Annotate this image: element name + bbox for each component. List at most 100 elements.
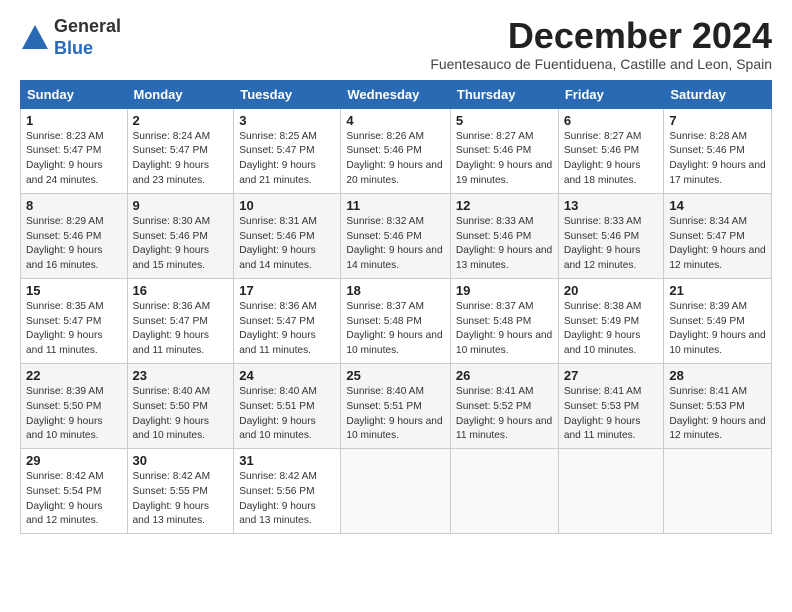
day-number: 27 xyxy=(564,368,659,383)
sunset-text: Sunset: 5:48 PM xyxy=(346,316,421,327)
sunrise-text: Sunrise: 8:27 AM xyxy=(564,131,642,142)
sunrise-text: Sunrise: 8:35 AM xyxy=(26,301,104,312)
day-content: Sunrise: 8:38 AM Sunset: 5:49 PM Dayligh… xyxy=(564,300,659,359)
calendar-cell: 25 Sunrise: 8:40 AM Sunset: 5:51 PM Dayl… xyxy=(341,363,451,448)
calendar-cell: 29 Sunrise: 8:42 AM Sunset: 5:54 PM Dayl… xyxy=(21,449,128,534)
month-title: December 2024 xyxy=(430,16,772,56)
sunrise-text: Sunrise: 8:27 AM xyxy=(456,131,534,142)
page-header: General Blue December 2024 Fuentesauco d… xyxy=(20,16,772,72)
day-number: 28 xyxy=(669,368,766,383)
sunrise-text: Sunrise: 8:37 AM xyxy=(346,301,424,312)
day-content: Sunrise: 8:26 AM Sunset: 5:46 PM Dayligh… xyxy=(346,130,445,189)
sunset-text: Sunset: 5:46 PM xyxy=(133,231,208,242)
sunset-text: Sunset: 5:46 PM xyxy=(564,231,639,242)
sunset-text: Sunset: 5:46 PM xyxy=(456,145,531,156)
day-number: 7 xyxy=(669,113,766,128)
day-number: 3 xyxy=(239,113,335,128)
calendar-day-header: Monday xyxy=(127,80,234,108)
day-content: Sunrise: 8:37 AM Sunset: 5:48 PM Dayligh… xyxy=(346,300,445,359)
day-number: 11 xyxy=(346,198,445,213)
calendar-cell xyxy=(341,449,451,534)
day-number: 9 xyxy=(133,198,229,213)
calendar-cell: 7 Sunrise: 8:28 AM Sunset: 5:46 PM Dayli… xyxy=(664,108,772,193)
day-content: Sunrise: 8:40 AM Sunset: 5:51 PM Dayligh… xyxy=(346,385,445,444)
sunset-text: Sunset: 5:47 PM xyxy=(669,231,744,242)
daylight-text: Daylight: 9 hours and 11 minutes. xyxy=(133,330,209,356)
sunrise-text: Sunrise: 8:41 AM xyxy=(669,386,747,397)
day-number: 25 xyxy=(346,368,445,383)
daylight-text: Daylight: 9 hours and 14 minutes. xyxy=(346,245,442,271)
day-content: Sunrise: 8:35 AM Sunset: 5:47 PM Dayligh… xyxy=(26,300,122,359)
day-number: 10 xyxy=(239,198,335,213)
day-content: Sunrise: 8:27 AM Sunset: 5:46 PM Dayligh… xyxy=(456,130,553,189)
day-content: Sunrise: 8:37 AM Sunset: 5:48 PM Dayligh… xyxy=(456,300,553,359)
day-content: Sunrise: 8:36 AM Sunset: 5:47 PM Dayligh… xyxy=(239,300,335,359)
daylight-text: Daylight: 9 hours and 23 minutes. xyxy=(133,160,209,186)
sunrise-text: Sunrise: 8:31 AM xyxy=(239,216,317,227)
sunrise-text: Sunrise: 8:42 AM xyxy=(133,471,211,482)
calendar-cell xyxy=(450,449,558,534)
calendar-cell: 28 Sunrise: 8:41 AM Sunset: 5:53 PM Dayl… xyxy=(664,363,772,448)
sunrise-text: Sunrise: 8:42 AM xyxy=(26,471,104,482)
sunset-text: Sunset: 5:55 PM xyxy=(133,486,208,497)
daylight-text: Daylight: 9 hours and 10 minutes. xyxy=(239,416,315,442)
day-content: Sunrise: 8:25 AM Sunset: 5:47 PM Dayligh… xyxy=(239,130,335,189)
calendar-cell: 9 Sunrise: 8:30 AM Sunset: 5:46 PM Dayli… xyxy=(127,193,234,278)
daylight-text: Daylight: 9 hours and 16 minutes. xyxy=(26,245,102,271)
sunrise-text: Sunrise: 8:39 AM xyxy=(26,386,104,397)
daylight-text: Daylight: 9 hours and 11 minutes. xyxy=(26,330,102,356)
sunrise-text: Sunrise: 8:24 AM xyxy=(133,131,211,142)
sunrise-text: Sunrise: 8:41 AM xyxy=(456,386,534,397)
calendar-cell: 19 Sunrise: 8:37 AM Sunset: 5:48 PM Dayl… xyxy=(450,278,558,363)
sunrise-text: Sunrise: 8:33 AM xyxy=(564,216,642,227)
day-content: Sunrise: 8:39 AM Sunset: 5:50 PM Dayligh… xyxy=(26,385,122,444)
calendar-cell: 3 Sunrise: 8:25 AM Sunset: 5:47 PM Dayli… xyxy=(234,108,341,193)
day-number: 13 xyxy=(564,198,659,213)
calendar-cell: 16 Sunrise: 8:36 AM Sunset: 5:47 PM Dayl… xyxy=(127,278,234,363)
calendar-cell: 6 Sunrise: 8:27 AM Sunset: 5:46 PM Dayli… xyxy=(558,108,664,193)
calendar-cell: 27 Sunrise: 8:41 AM Sunset: 5:53 PM Dayl… xyxy=(558,363,664,448)
sunrise-text: Sunrise: 8:34 AM xyxy=(669,216,747,227)
sunset-text: Sunset: 5:56 PM xyxy=(239,486,314,497)
day-number: 21 xyxy=(669,283,766,298)
calendar-cell: 23 Sunrise: 8:40 AM Sunset: 5:50 PM Dayl… xyxy=(127,363,234,448)
calendar-cell: 1 Sunrise: 8:23 AM Sunset: 5:47 PM Dayli… xyxy=(21,108,128,193)
day-number: 14 xyxy=(669,198,766,213)
sunrise-text: Sunrise: 8:26 AM xyxy=(346,131,424,142)
day-content: Sunrise: 8:36 AM Sunset: 5:47 PM Dayligh… xyxy=(133,300,229,359)
day-number: 26 xyxy=(456,368,553,383)
daylight-text: Daylight: 9 hours and 21 minutes. xyxy=(239,160,315,186)
day-content: Sunrise: 8:41 AM Sunset: 5:53 PM Dayligh… xyxy=(669,385,766,444)
sunset-text: Sunset: 5:47 PM xyxy=(26,316,101,327)
calendar-cell: 31 Sunrise: 8:42 AM Sunset: 5:56 PM Dayl… xyxy=(234,449,341,534)
day-number: 31 xyxy=(239,453,335,468)
sunset-text: Sunset: 5:46 PM xyxy=(456,231,531,242)
calendar-week-row: 22 Sunrise: 8:39 AM Sunset: 5:50 PM Dayl… xyxy=(21,363,772,448)
calendar-cell: 26 Sunrise: 8:41 AM Sunset: 5:52 PM Dayl… xyxy=(450,363,558,448)
calendar-cell: 5 Sunrise: 8:27 AM Sunset: 5:46 PM Dayli… xyxy=(450,108,558,193)
sunrise-text: Sunrise: 8:41 AM xyxy=(564,386,642,397)
calendar-cell: 15 Sunrise: 8:35 AM Sunset: 5:47 PM Dayl… xyxy=(21,278,128,363)
logo-blue: Blue xyxy=(54,38,121,60)
daylight-text: Daylight: 9 hours and 11 minutes. xyxy=(456,416,552,442)
sunrise-text: Sunrise: 8:29 AM xyxy=(26,216,104,227)
day-content: Sunrise: 8:29 AM Sunset: 5:46 PM Dayligh… xyxy=(26,215,122,274)
day-content: Sunrise: 8:42 AM Sunset: 5:55 PM Dayligh… xyxy=(133,470,229,529)
sunrise-text: Sunrise: 8:28 AM xyxy=(669,131,747,142)
day-number: 22 xyxy=(26,368,122,383)
calendar-week-row: 8 Sunrise: 8:29 AM Sunset: 5:46 PM Dayli… xyxy=(21,193,772,278)
day-number: 8 xyxy=(26,198,122,213)
calendar-day-header: Sunday xyxy=(21,80,128,108)
day-number: 6 xyxy=(564,113,659,128)
sunset-text: Sunset: 5:53 PM xyxy=(564,401,639,412)
calendar-cell xyxy=(558,449,664,534)
sunset-text: Sunset: 5:47 PM xyxy=(239,145,314,156)
logo: General Blue xyxy=(20,16,121,59)
sunset-text: Sunset: 5:48 PM xyxy=(456,316,531,327)
calendar-week-row: 1 Sunrise: 8:23 AM Sunset: 5:47 PM Dayli… xyxy=(21,108,772,193)
sunset-text: Sunset: 5:47 PM xyxy=(133,316,208,327)
day-number: 20 xyxy=(564,283,659,298)
day-content: Sunrise: 8:27 AM Sunset: 5:46 PM Dayligh… xyxy=(564,130,659,189)
day-content: Sunrise: 8:24 AM Sunset: 5:47 PM Dayligh… xyxy=(133,130,229,189)
sunrise-text: Sunrise: 8:25 AM xyxy=(239,131,317,142)
